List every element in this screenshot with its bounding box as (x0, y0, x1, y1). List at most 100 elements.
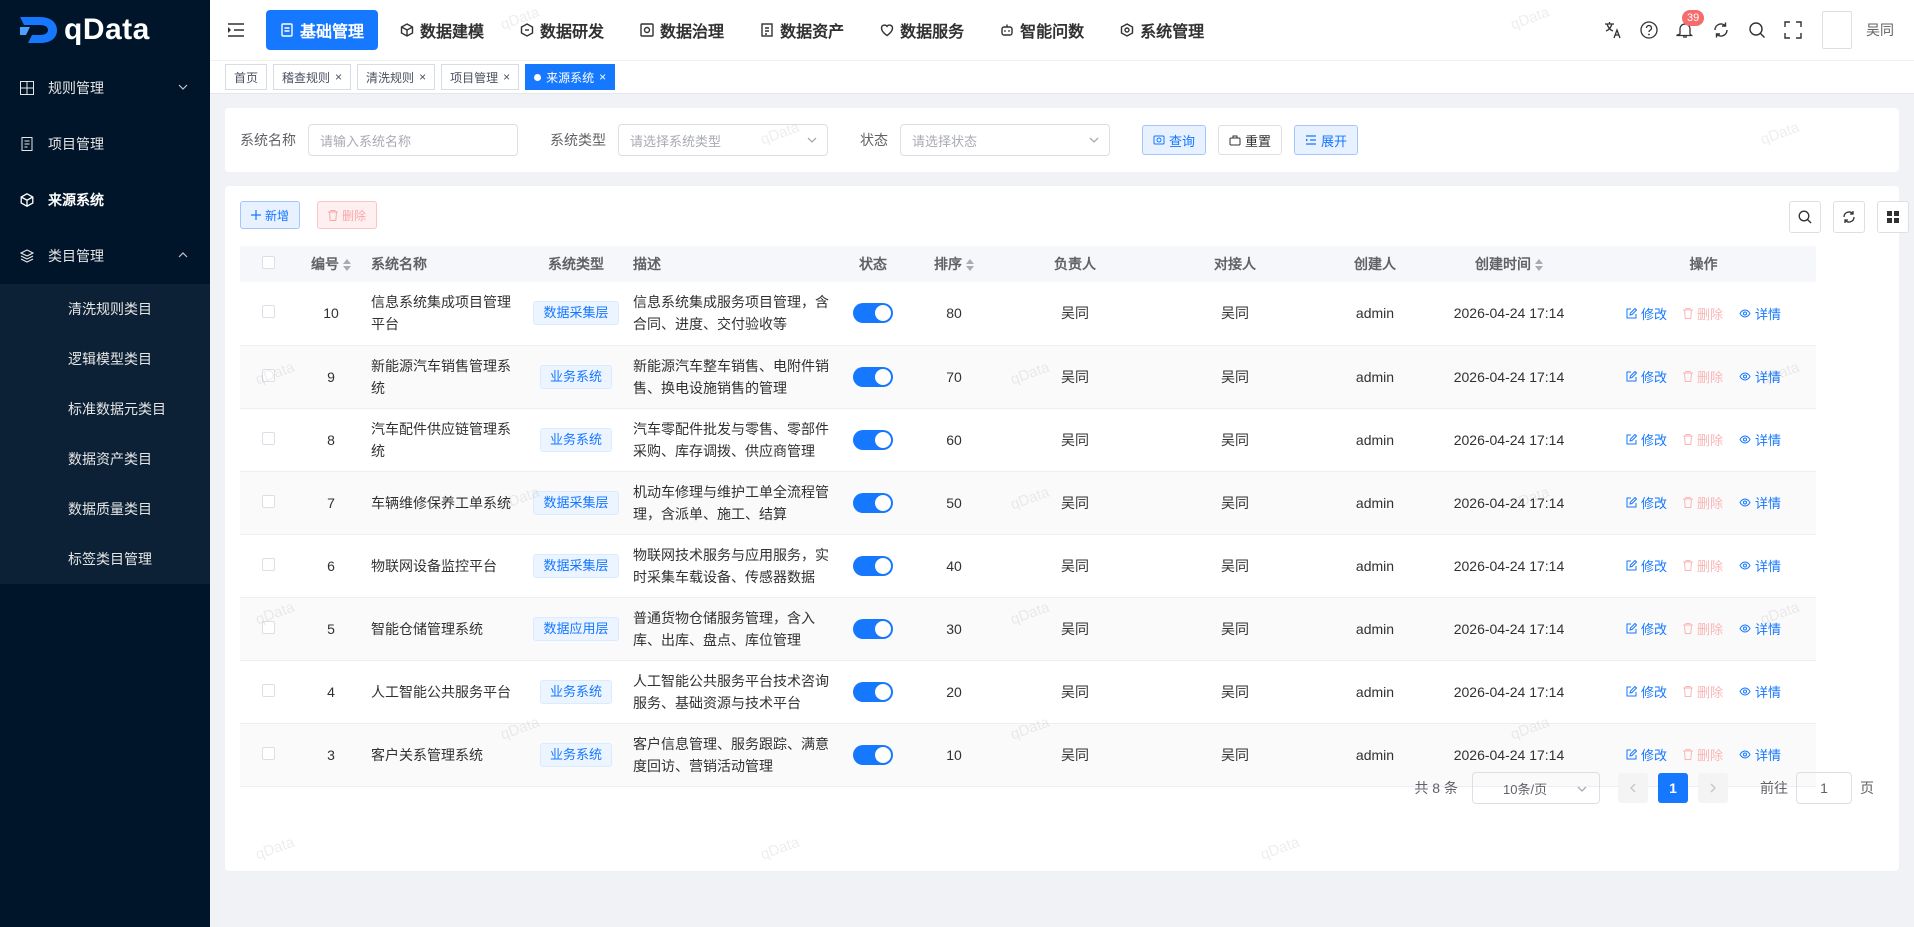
add-button[interactable]: 新增 (240, 201, 301, 229)
edit-link[interactable]: 修改 (1626, 304, 1667, 323)
close-icon[interactable]: × (503, 70, 510, 84)
edit-link[interactable]: 修改 (1626, 430, 1667, 449)
nav-item-4[interactable]: 数据资产 (746, 10, 858, 50)
help-icon[interactable] (1638, 19, 1660, 41)
tab-4[interactable]: 来源系统 × (525, 64, 616, 90)
status-toggle[interactable] (853, 492, 893, 513)
delete-link[interactable]: 删除 (1682, 304, 1723, 323)
expand-button[interactable]: 展开 (1294, 125, 1359, 155)
refresh-icon[interactable] (1710, 19, 1732, 41)
row-checkbox[interactable] (261, 557, 275, 571)
close-icon[interactable]: × (335, 70, 342, 84)
tab-0[interactable]: 首页 (225, 64, 268, 90)
username[interactable]: 吴同 (1866, 20, 1894, 40)
nav-item-6[interactable]: 智能问数 (986, 10, 1098, 50)
sort-icon[interactable] (1535, 259, 1543, 272)
status-toggle[interactable] (853, 429, 893, 450)
status-toggle[interactable] (853, 681, 893, 702)
page-number-current[interactable]: 1 (1658, 773, 1688, 803)
table-refresh-button[interactable] (1833, 201, 1865, 233)
status-toggle[interactable] (853, 618, 893, 639)
delete-link[interactable]: 删除 (1682, 556, 1723, 575)
edit-link[interactable]: 修改 (1626, 745, 1667, 764)
edit-link[interactable]: 修改 (1626, 556, 1667, 575)
detail-link[interactable]: 详情 (1739, 619, 1781, 638)
delete-link[interactable]: 删除 (1682, 493, 1723, 512)
tab-3[interactable]: 项目管理 × (441, 64, 520, 90)
row-checkbox[interactable] (261, 620, 275, 634)
search-icon[interactable] (1746, 19, 1768, 41)
row-checkbox[interactable] (261, 494, 275, 508)
fullscreen-icon[interactable] (1782, 19, 1804, 41)
detail-link[interactable]: 详情 (1739, 304, 1781, 323)
delete-link[interactable]: 删除 (1682, 430, 1723, 449)
prev-page-button[interactable] (1618, 773, 1648, 803)
next-page-button[interactable] (1698, 773, 1728, 803)
nav-item-3[interactable]: 数据治理 (626, 10, 738, 50)
sort-icon[interactable] (343, 259, 351, 272)
edit-link[interactable]: 修改 (1626, 493, 1667, 512)
page-size-select[interactable]: 10条/页 (1472, 772, 1600, 804)
edit-link[interactable]: 修改 (1626, 682, 1667, 701)
sort-icon[interactable] (966, 259, 974, 272)
row-select-cell[interactable] (240, 282, 296, 346)
tab-1[interactable]: 稽查规则 × (273, 64, 352, 90)
col-created[interactable]: 创建时间 (1427, 246, 1591, 282)
goto-page-input[interactable]: 1 (1796, 772, 1852, 804)
delete-button[interactable]: 删除 (317, 201, 378, 229)
delete-link[interactable]: 删除 (1682, 682, 1723, 701)
reset-button[interactable]: 重置 (1218, 125, 1283, 155)
sidebar-subitem[interactable]: 标签类目管理 (0, 534, 210, 584)
sidebar-item-1[interactable]: 项目管理 (0, 116, 210, 172)
sidebar-subitem[interactable]: 数据资产类目 (0, 434, 210, 484)
sidebar-subitem[interactable]: 标准数据元类目 (0, 384, 210, 434)
row-checkbox[interactable] (261, 746, 275, 760)
detail-link[interactable]: 详情 (1739, 556, 1781, 575)
query-button[interactable]: 查询 (1142, 125, 1207, 155)
row-select-cell[interactable] (240, 408, 296, 472)
nav-item-0[interactable]: 基础管理 (266, 10, 379, 50)
status-toggle[interactable] (853, 744, 893, 765)
status-toggle[interactable] (853, 555, 893, 576)
col-sort[interactable]: 排序 (905, 246, 1003, 282)
row-select-cell[interactable] (240, 345, 296, 409)
close-icon[interactable]: × (599, 70, 606, 84)
row-select-cell[interactable] (240, 597, 296, 661)
edit-link[interactable]: 修改 (1626, 367, 1667, 386)
notification-bell-icon[interactable]: 39 (1674, 10, 1705, 41)
row-checkbox[interactable] (261, 683, 275, 697)
row-checkbox[interactable] (261, 431, 275, 445)
detail-link[interactable]: 详情 (1739, 682, 1781, 701)
column-settings-button[interactable] (1877, 201, 1909, 233)
row-select-cell[interactable] (240, 534, 296, 598)
nav-item-1[interactable]: 数据建模 (386, 10, 498, 50)
select-all-checkbox[interactable] (261, 256, 275, 269)
row-select-cell[interactable] (240, 660, 296, 724)
sidebar-subitem[interactable]: 数据质量类目 (0, 484, 210, 534)
close-icon[interactable]: × (419, 70, 426, 84)
sidebar-item-0[interactable]: 规则管理 (0, 60, 210, 116)
tab-2[interactable]: 清洗规则 × (357, 64, 436, 90)
table-search-toggle[interactable] (1789, 201, 1821, 233)
sidebar-subitem[interactable]: 逻辑模型类目 (0, 334, 210, 384)
detail-link[interactable]: 详情 (1739, 430, 1781, 449)
sidebar-subitem[interactable]: 清洗规则类目 (0, 284, 210, 334)
row-checkbox[interactable] (261, 368, 275, 382)
select-all-cell[interactable] (240, 246, 296, 282)
system-name-input[interactable]: 请输入系统名称 (308, 124, 518, 156)
avatar[interactable] (1822, 11, 1852, 49)
edit-link[interactable]: 修改 (1626, 619, 1667, 638)
sidebar-item-2[interactable]: 来源系统 (0, 172, 210, 228)
translate-icon[interactable] (1602, 19, 1624, 41)
system-type-select[interactable]: 请选择系统类型 (618, 124, 828, 156)
nav-item-7[interactable]: 系统管理 (1106, 10, 1218, 50)
status-toggle[interactable] (853, 366, 893, 387)
sidebar-item-3[interactable]: 类目管理 (0, 228, 210, 284)
nav-item-5[interactable]: 数据服务 (866, 10, 978, 50)
row-select-cell[interactable] (240, 471, 296, 535)
status-select[interactable]: 请选择状态 (900, 124, 1110, 156)
delete-link[interactable]: 删除 (1682, 367, 1723, 386)
detail-link[interactable]: 详情 (1739, 493, 1781, 512)
detail-link[interactable]: 详情 (1739, 745, 1781, 764)
row-checkbox[interactable] (261, 305, 275, 319)
